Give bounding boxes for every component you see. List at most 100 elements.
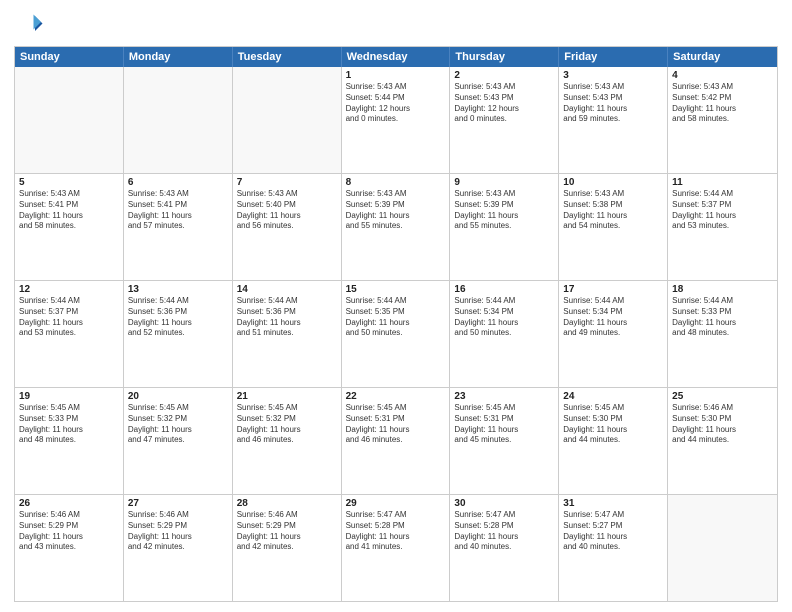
cell-content: Sunrise: 5:45 AM Sunset: 5:31 PM Dayligh… xyxy=(454,403,554,446)
day-number: 28 xyxy=(237,498,337,509)
header-cell-wednesday: Wednesday xyxy=(342,47,451,67)
cell-content: Sunrise: 5:46 AM Sunset: 5:29 PM Dayligh… xyxy=(237,510,337,553)
cell-content: Sunrise: 5:45 AM Sunset: 5:30 PM Dayligh… xyxy=(563,403,663,446)
day-number: 2 xyxy=(454,70,554,81)
day-number: 25 xyxy=(672,391,773,402)
calendar-row-1: 1Sunrise: 5:43 AM Sunset: 5:44 PM Daylig… xyxy=(15,67,777,173)
calendar-cell: 14Sunrise: 5:44 AM Sunset: 5:36 PM Dayli… xyxy=(233,281,342,387)
cell-content: Sunrise: 5:43 AM Sunset: 5:43 PM Dayligh… xyxy=(563,82,663,125)
day-number: 30 xyxy=(454,498,554,509)
header-cell-sunday: Sunday xyxy=(15,47,124,67)
calendar-cell xyxy=(15,67,124,173)
day-number: 15 xyxy=(346,284,446,295)
calendar-cell: 1Sunrise: 5:43 AM Sunset: 5:44 PM Daylig… xyxy=(342,67,451,173)
cell-content: Sunrise: 5:45 AM Sunset: 5:32 PM Dayligh… xyxy=(128,403,228,446)
cell-content: Sunrise: 5:46 AM Sunset: 5:29 PM Dayligh… xyxy=(19,510,119,553)
day-number: 31 xyxy=(563,498,663,509)
calendar-cell: 25Sunrise: 5:46 AM Sunset: 5:30 PM Dayli… xyxy=(668,388,777,494)
calendar-cell: 3Sunrise: 5:43 AM Sunset: 5:43 PM Daylig… xyxy=(559,67,668,173)
day-number: 17 xyxy=(563,284,663,295)
day-number: 21 xyxy=(237,391,337,402)
calendar-cell: 22Sunrise: 5:45 AM Sunset: 5:31 PM Dayli… xyxy=(342,388,451,494)
cell-content: Sunrise: 5:46 AM Sunset: 5:29 PM Dayligh… xyxy=(128,510,228,553)
cell-content: Sunrise: 5:43 AM Sunset: 5:41 PM Dayligh… xyxy=(19,189,119,232)
calendar-cell: 24Sunrise: 5:45 AM Sunset: 5:30 PM Dayli… xyxy=(559,388,668,494)
cell-content: Sunrise: 5:44 AM Sunset: 5:34 PM Dayligh… xyxy=(563,296,663,339)
calendar-cell: 4Sunrise: 5:43 AM Sunset: 5:42 PM Daylig… xyxy=(668,67,777,173)
calendar-cell: 9Sunrise: 5:43 AM Sunset: 5:39 PM Daylig… xyxy=(450,174,559,280)
cell-content: Sunrise: 5:44 AM Sunset: 5:33 PM Dayligh… xyxy=(672,296,773,339)
day-number: 9 xyxy=(454,177,554,188)
calendar-cell: 30Sunrise: 5:47 AM Sunset: 5:28 PM Dayli… xyxy=(450,495,559,601)
day-number: 16 xyxy=(454,284,554,295)
cell-content: Sunrise: 5:43 AM Sunset: 5:42 PM Dayligh… xyxy=(672,82,773,125)
day-number: 12 xyxy=(19,284,119,295)
day-number: 8 xyxy=(346,177,446,188)
cell-content: Sunrise: 5:43 AM Sunset: 5:43 PM Dayligh… xyxy=(454,82,554,125)
calendar-cell: 6Sunrise: 5:43 AM Sunset: 5:41 PM Daylig… xyxy=(124,174,233,280)
day-number: 22 xyxy=(346,391,446,402)
calendar-cell: 19Sunrise: 5:45 AM Sunset: 5:33 PM Dayli… xyxy=(15,388,124,494)
calendar-cell: 26Sunrise: 5:46 AM Sunset: 5:29 PM Dayli… xyxy=(15,495,124,601)
calendar-cell: 8Sunrise: 5:43 AM Sunset: 5:39 PM Daylig… xyxy=(342,174,451,280)
day-number: 29 xyxy=(346,498,446,509)
calendar-cell xyxy=(668,495,777,601)
calendar-cell: 15Sunrise: 5:44 AM Sunset: 5:35 PM Dayli… xyxy=(342,281,451,387)
cell-content: Sunrise: 5:44 AM Sunset: 5:36 PM Dayligh… xyxy=(128,296,228,339)
calendar: SundayMondayTuesdayWednesdayThursdayFrid… xyxy=(14,46,778,602)
day-number: 26 xyxy=(19,498,119,509)
cell-content: Sunrise: 5:44 AM Sunset: 5:35 PM Dayligh… xyxy=(346,296,446,339)
day-number: 19 xyxy=(19,391,119,402)
calendar-row-5: 26Sunrise: 5:46 AM Sunset: 5:29 PM Dayli… xyxy=(15,494,777,601)
calendar-cell: 12Sunrise: 5:44 AM Sunset: 5:37 PM Dayli… xyxy=(15,281,124,387)
cell-content: Sunrise: 5:43 AM Sunset: 5:39 PM Dayligh… xyxy=(454,189,554,232)
calendar-cell: 7Sunrise: 5:43 AM Sunset: 5:40 PM Daylig… xyxy=(233,174,342,280)
header xyxy=(14,10,778,40)
day-number: 1 xyxy=(346,70,446,81)
cell-content: Sunrise: 5:47 AM Sunset: 5:28 PM Dayligh… xyxy=(346,510,446,553)
cell-content: Sunrise: 5:43 AM Sunset: 5:39 PM Dayligh… xyxy=(346,189,446,232)
calendar-body: 1Sunrise: 5:43 AM Sunset: 5:44 PM Daylig… xyxy=(15,67,777,601)
day-number: 24 xyxy=(563,391,663,402)
day-number: 7 xyxy=(237,177,337,188)
day-number: 27 xyxy=(128,498,228,509)
calendar-cell: 5Sunrise: 5:43 AM Sunset: 5:41 PM Daylig… xyxy=(15,174,124,280)
calendar-cell: 16Sunrise: 5:44 AM Sunset: 5:34 PM Dayli… xyxy=(450,281,559,387)
logo-icon xyxy=(14,10,44,40)
cell-content: Sunrise: 5:43 AM Sunset: 5:40 PM Dayligh… xyxy=(237,189,337,232)
cell-content: Sunrise: 5:43 AM Sunset: 5:41 PM Dayligh… xyxy=(128,189,228,232)
calendar-cell: 2Sunrise: 5:43 AM Sunset: 5:43 PM Daylig… xyxy=(450,67,559,173)
day-number: 13 xyxy=(128,284,228,295)
calendar-cell: 20Sunrise: 5:45 AM Sunset: 5:32 PM Dayli… xyxy=(124,388,233,494)
cell-content: Sunrise: 5:43 AM Sunset: 5:38 PM Dayligh… xyxy=(563,189,663,232)
calendar-row-2: 5Sunrise: 5:43 AM Sunset: 5:41 PM Daylig… xyxy=(15,173,777,280)
calendar-cell xyxy=(124,67,233,173)
calendar-cell: 27Sunrise: 5:46 AM Sunset: 5:29 PM Dayli… xyxy=(124,495,233,601)
cell-content: Sunrise: 5:44 AM Sunset: 5:36 PM Dayligh… xyxy=(237,296,337,339)
calendar-cell: 21Sunrise: 5:45 AM Sunset: 5:32 PM Dayli… xyxy=(233,388,342,494)
day-number: 18 xyxy=(672,284,773,295)
day-number: 14 xyxy=(237,284,337,295)
calendar-cell: 10Sunrise: 5:43 AM Sunset: 5:38 PM Dayli… xyxy=(559,174,668,280)
day-number: 11 xyxy=(672,177,773,188)
day-number: 23 xyxy=(454,391,554,402)
day-number: 10 xyxy=(563,177,663,188)
cell-content: Sunrise: 5:43 AM Sunset: 5:44 PM Dayligh… xyxy=(346,82,446,125)
page: SundayMondayTuesdayWednesdayThursdayFrid… xyxy=(0,0,792,612)
cell-content: Sunrise: 5:44 AM Sunset: 5:37 PM Dayligh… xyxy=(672,189,773,232)
cell-content: Sunrise: 5:46 AM Sunset: 5:30 PM Dayligh… xyxy=(672,403,773,446)
calendar-cell: 29Sunrise: 5:47 AM Sunset: 5:28 PM Dayli… xyxy=(342,495,451,601)
calendar-row-4: 19Sunrise: 5:45 AM Sunset: 5:33 PM Dayli… xyxy=(15,387,777,494)
calendar-cell: 23Sunrise: 5:45 AM Sunset: 5:31 PM Dayli… xyxy=(450,388,559,494)
day-number: 20 xyxy=(128,391,228,402)
calendar-cell: 18Sunrise: 5:44 AM Sunset: 5:33 PM Dayli… xyxy=(668,281,777,387)
cell-content: Sunrise: 5:45 AM Sunset: 5:33 PM Dayligh… xyxy=(19,403,119,446)
calendar-header: SundayMondayTuesdayWednesdayThursdayFrid… xyxy=(15,47,777,67)
header-cell-monday: Monday xyxy=(124,47,233,67)
cell-content: Sunrise: 5:45 AM Sunset: 5:32 PM Dayligh… xyxy=(237,403,337,446)
calendar-row-3: 12Sunrise: 5:44 AM Sunset: 5:37 PM Dayli… xyxy=(15,280,777,387)
day-number: 5 xyxy=(19,177,119,188)
cell-content: Sunrise: 5:45 AM Sunset: 5:31 PM Dayligh… xyxy=(346,403,446,446)
logo xyxy=(14,10,46,40)
day-number: 3 xyxy=(563,70,663,81)
